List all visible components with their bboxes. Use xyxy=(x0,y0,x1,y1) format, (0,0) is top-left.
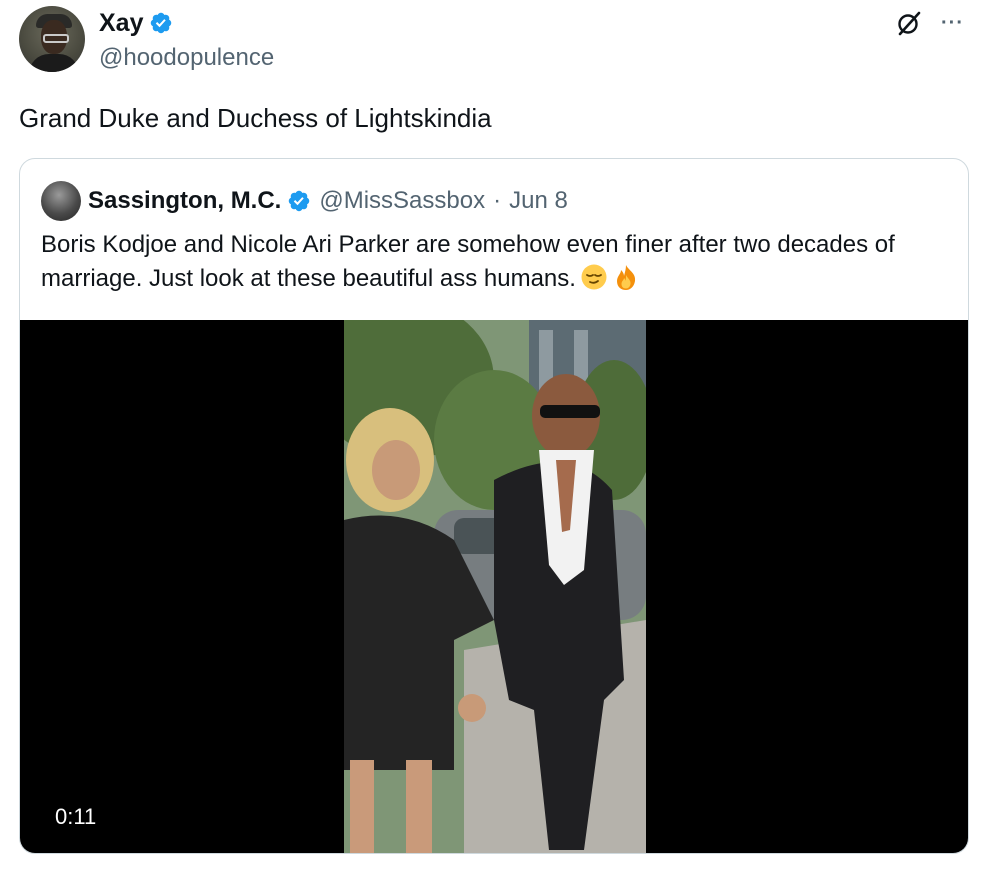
separator-dot: · xyxy=(493,187,502,214)
quoted-author-name[interactable]: Sassington, M.C. xyxy=(88,184,281,218)
relieved-face-emoji xyxy=(581,264,607,290)
more-options-icon[interactable]: ··· xyxy=(941,13,964,33)
verified-badge-icon xyxy=(151,12,172,34)
video-thumbnail xyxy=(344,320,646,853)
video-duration: 0:11 xyxy=(55,804,97,829)
tweet-text: Grand Duke and Duchess of Lightskindia xyxy=(19,103,492,133)
quoted-tweet-text: Boris Kodjoe and Nicole Ari Parker are s… xyxy=(41,228,951,296)
author-handle[interactable]: @hoodopulence xyxy=(99,43,274,73)
author-name[interactable]: Xay xyxy=(99,8,143,38)
fire-emoji xyxy=(616,265,636,290)
author-name-row[interactable]: Xay xyxy=(99,8,173,38)
quoted-tweet-header: Sassington, M.C. @MissSassbox · Jun 8 xyxy=(88,184,568,218)
grok-icon[interactable] xyxy=(896,10,922,36)
quoted-author-avatar[interactable] xyxy=(41,181,81,221)
quoted-tweet-card[interactable]: Sassington, M.C. @MissSassbox · Jun 8 Bo… xyxy=(19,158,969,854)
quoted-author-handle[interactable]: @MissSassbox xyxy=(319,184,485,218)
verified-badge-icon xyxy=(289,190,310,212)
quoted-tweet-date[interactable]: Jun 8 xyxy=(509,184,568,218)
video-player[interactable]: 0:11 xyxy=(20,320,968,853)
author-avatar[interactable] xyxy=(19,6,85,72)
quoted-tweet-text-body: Boris Kodjoe and Nicole Ari Parker are s… xyxy=(41,231,895,292)
